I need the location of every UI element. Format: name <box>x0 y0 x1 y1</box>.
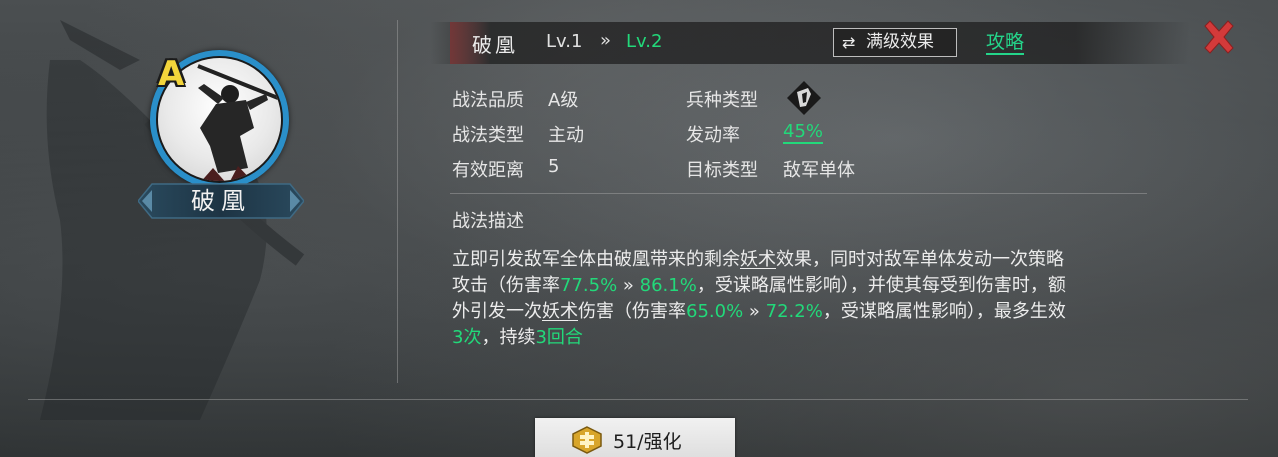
desc-text: 外引发一次 <box>452 301 542 322</box>
damage-rate-next: 86.1% <box>639 275 697 296</box>
hero-name: 破凰 <box>191 187 251 215</box>
grade-badge: A <box>158 54 185 94</box>
enhance-button[interactable]: 51/强化 <box>535 418 735 457</box>
activation-rate-value[interactable]: 45% <box>783 121 824 144</box>
header-band <box>430 22 1190 64</box>
guide-link[interactable]: 攻略 <box>986 31 1025 55</box>
description-body: 立即引发敌军全体由破凰带来的剩余妖术效果，同时对敌军单体发动一次策略 攻击（伤害… <box>452 247 1152 351</box>
section-divider <box>450 193 1147 194</box>
desc-text: 立即引发敌军全体由破凰带来的剩余 <box>452 249 740 270</box>
quality-label: 战法品质 <box>452 90 524 111</box>
description-line: 攻击（伤害率77.5% » 86.1%，受谋略属性影响），并使其每受到伤害时，额 <box>452 273 1152 299</box>
target-type-value: 敌军单体 <box>783 160 855 181</box>
keyword-link[interactable]: 妖术 <box>740 249 776 270</box>
quality-value: A级 <box>548 90 579 111</box>
description-line: 立即引发敌军全体由破凰带来的剩余妖术效果，同时对敌军单体发动一次策略 <box>452 247 1152 273</box>
max-effect-label: 满级效果 <box>866 32 934 52</box>
target-type-label: 目标类型 <box>686 160 758 181</box>
level-arrow: » <box>600 30 612 51</box>
enhance-icon <box>572 426 602 454</box>
swap-icon: ⇄ <box>842 33 856 52</box>
range-label: 有效距离 <box>452 160 524 181</box>
level-next: Lv.2 <box>626 31 663 52</box>
type-label: 战法类型 <box>452 125 524 146</box>
duration-rounds: 3回合 <box>535 327 583 348</box>
description-title: 战法描述 <box>452 211 524 232</box>
troop-type-icon[interactable] <box>786 80 822 116</box>
description-line: 外引发一次妖术伤害（伤害率65.0% » 72.2%，受谋略属性影响），最多生效 <box>452 299 1152 325</box>
desc-text: 效果，同时对敌军单体发动一次策略 <box>776 249 1064 270</box>
desc-text: ，持续 <box>481 327 536 348</box>
desc-arrow: » <box>743 301 766 322</box>
type-value: 主动 <box>548 125 584 146</box>
keyword-link[interactable]: 妖术 <box>542 301 578 322</box>
close-icon[interactable] <box>1200 18 1238 56</box>
skill-name: 破凰 <box>472 33 518 57</box>
desc-text: 攻击（伤害率 <box>452 275 560 296</box>
enhance-label: 51/强化 <box>613 431 682 453</box>
desc-text: ，受谋略属性影响），最多生效 <box>822 301 1066 322</box>
vertical-divider <box>397 20 398 383</box>
damage-rate-current: 65.0% <box>686 301 744 322</box>
troop-type-label: 兵种类型 <box>686 90 758 111</box>
activation-rate-label: 发动率 <box>686 125 740 146</box>
desc-text: 伤害（伤害率 <box>578 301 686 322</box>
damage-rate-next: 72.2% <box>765 301 823 322</box>
range-value: 5 <box>548 156 560 177</box>
bottom-divider <box>28 399 1248 400</box>
max-effect-button[interactable]: ⇄ 满级效果 <box>833 28 957 57</box>
hero-name-plate: 破凰 <box>138 182 304 220</box>
desc-arrow: » <box>617 275 640 296</box>
damage-rate-current: 77.5% <box>560 275 618 296</box>
max-trigger-count: 3次 <box>452 327 482 348</box>
desc-text: ，受谋略属性影响），并使其每受到伤害时，额 <box>696 275 1066 296</box>
level-current: Lv.1 <box>546 31 583 52</box>
skill-detail-screen: A 破凰 破凰 Lv.1 » Lv.2 ⇄ 满级效果 攻略 战法品质 A级 战法… <box>0 0 1278 457</box>
description-line: 3次，持续3回合 <box>452 325 1152 351</box>
